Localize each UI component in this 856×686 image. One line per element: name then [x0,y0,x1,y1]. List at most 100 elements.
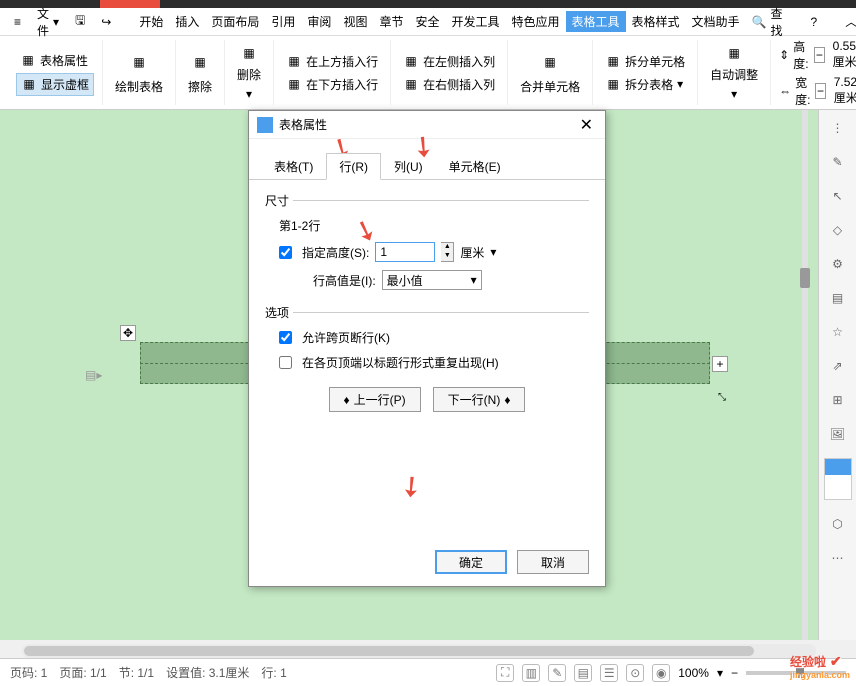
split-cells-button[interactable]: ▦拆分单元格 [601,51,689,72]
app-tab[interactable] [100,0,160,8]
star-icon[interactable]: ☆ [828,322,848,342]
cursor-icon[interactable]: ↖ [828,186,848,206]
allow-break-checkbox[interactable] [279,331,292,344]
menu-tabletools[interactable]: 表格工具 [566,11,626,32]
auto-adjust-button[interactable]: ▦自动调整▾ [706,43,762,103]
menu-insert[interactable]: 插入 [169,11,205,32]
menu-pagelayout[interactable]: 页面布局 [205,11,265,32]
height-spinner[interactable]: ▲▼ [441,242,454,262]
print-layout-icon[interactable]: ▤ [574,664,592,682]
height-input[interactable] [375,242,435,262]
zoom-out-button[interactable]: − [731,666,738,680]
reading-layout-icon[interactable]: ▥ [522,664,540,682]
menu-security[interactable]: 安全 [409,11,445,32]
menu-dochelper[interactable]: 文档助手 [686,11,746,32]
delete-button[interactable]: ▦删除▾ [233,43,265,103]
dialog-titlebar[interactable]: 表格属性 ✕ [249,111,605,139]
zoom-slider[interactable] [746,671,846,675]
next-row-button[interactable]: 下一行(N)♦ [433,387,526,412]
chevron-down-icon[interactable]: ▾ [717,666,723,680]
status-page[interactable]: 页面: 1/1 [59,664,106,681]
tab-table[interactable]: 表格(T) [261,153,326,180]
menu-reference[interactable]: 引用 [265,11,301,32]
scroll-thumb-h[interactable] [24,646,754,656]
save-icon[interactable]: 🖫 [69,9,91,34]
width-minus-button[interactable]: − [815,83,825,99]
status-page-no[interactable]: 页码: 1 [10,664,47,681]
insert-col-left-icon: ▦ [403,53,419,69]
dialog-title: 表格属性 [279,116,327,133]
hamburger-icon[interactable]: ≡ [8,13,27,31]
image-icon[interactable]: 🖼 [828,424,848,444]
status-section[interactable]: 节: 1/1 [119,664,154,681]
dialog-tabs: 表格(T) 行(R) 列(U) 单元格(E) [249,139,605,180]
web-layout-icon[interactable]: ✎ [548,664,566,682]
zoom-thumb[interactable] [796,668,804,678]
shape-icon[interactable]: ◇ [828,220,848,240]
collapse-ribbon-icon[interactable]: ︿ [839,11,856,32]
prev-row-button[interactable]: ♦上一行(P) [329,387,421,412]
dialog-body: 尺寸 第1-2行 指定高度(S): ▲▼ 厘米▾ 行高值是(I): 最小值▾ 选… [249,179,605,538]
edit-icon[interactable]: ✎ [828,152,848,172]
horizontal-scrollbar[interactable] [22,644,816,658]
insert-left-button[interactable]: ▦在左侧插入列 [399,51,499,72]
row-height-mode-select[interactable]: 最小值▾ [382,270,482,290]
spin-down-icon[interactable]: ▼ [441,252,453,261]
more-icon[interactable]: ⋯ [828,548,848,568]
table-move-handle[interactable]: ✥ [120,325,136,341]
outline-icon[interactable]: ☰ [600,664,618,682]
height-minus-button[interactable]: − [814,47,825,63]
fullscreen-icon[interactable]: ⛶ [496,664,514,682]
ok-button[interactable]: 确定 [435,550,507,574]
chevron-down-icon[interactable]: ▾ [490,245,496,259]
spin-up-icon[interactable]: ▲ [441,243,453,252]
split-table-button[interactable]: ▦拆分表格▾ [601,74,689,95]
specify-height-checkbox[interactable] [279,246,292,259]
status-setting[interactable]: 设置值: 3.1厘米 [166,664,249,681]
menu-start[interactable]: 开始 [133,11,169,32]
help-button[interactable]: ? [805,13,824,31]
menu-section[interactable]: 章节 [373,11,409,32]
table-props-button[interactable]: ▦表格属性 [16,50,94,71]
show-frame-button[interactable]: ▦显示虚框 [16,73,94,96]
erase-button[interactable]: ▦擦除 [184,43,216,103]
status-row[interactable]: 行: 1 [261,664,286,681]
draw-table-button[interactable]: ▦绘制表格 [111,43,167,103]
repeat-header-checkbox[interactable] [279,356,292,369]
cancel-button[interactable]: 取消 [517,550,589,574]
page-thumbnail[interactable] [824,458,852,500]
forward-icon[interactable]: ↪ [95,13,117,31]
menu-view[interactable]: 视图 [337,11,373,32]
share-icon[interactable]: ⇗ [828,356,848,376]
menu-special[interactable]: 特色应用 [506,11,566,32]
insert-above-button[interactable]: ▦在上方插入行 [282,51,382,72]
merge-icon: ▦ [538,50,562,74]
close-button[interactable]: ✕ [576,115,597,135]
add-column-button[interactable]: + [712,356,728,372]
width-value[interactable]: 7.52厘米 [830,74,856,107]
menu-bar: ≡ 文件 ▾ 🖫 ↪ 开始 插入 页面布局 引用 审阅 视图 章节 安全 开发工… [0,8,856,36]
row-height-is-label: 行高值是(I): [313,272,376,289]
layers-icon[interactable]: ▤ [828,288,848,308]
expand-handle[interactable]: ⤡ [718,392,726,403]
menu-devtools[interactable]: 开发工具 [445,11,505,32]
focus-mode-icon[interactable]: ⊙ [626,664,644,682]
cube-icon[interactable]: ⬡ [828,514,848,534]
settings-icon[interactable]: ⚙ [828,254,848,274]
tab-row[interactable]: 行(R) [326,153,381,180]
insert-below-button[interactable]: ▦在下方插入行 [282,74,382,95]
tab-column[interactable]: 列(U) [381,153,436,180]
collapse-icon[interactable]: ⋮ [828,118,848,138]
eye-care-icon[interactable]: ◉ [652,664,670,682]
scroll-thumb-v[interactable] [800,268,810,288]
tab-cell[interactable]: 单元格(E) [436,153,514,180]
file-menu[interactable]: 文件 ▾ [31,3,65,41]
merge-cells-button[interactable]: ▦合并单元格 [516,43,584,103]
component-icon[interactable]: ⊞ [828,390,848,410]
find-button[interactable]: 🔍查找 [746,3,789,41]
menu-tablestyle[interactable]: 表格样式 [626,11,686,32]
insert-right-button[interactable]: ▦在右侧插入列 [399,74,499,95]
height-value[interactable]: 0.55厘米 [829,38,856,71]
zoom-value[interactable]: 100% [678,666,709,680]
menu-review[interactable]: 审阅 [301,11,337,32]
